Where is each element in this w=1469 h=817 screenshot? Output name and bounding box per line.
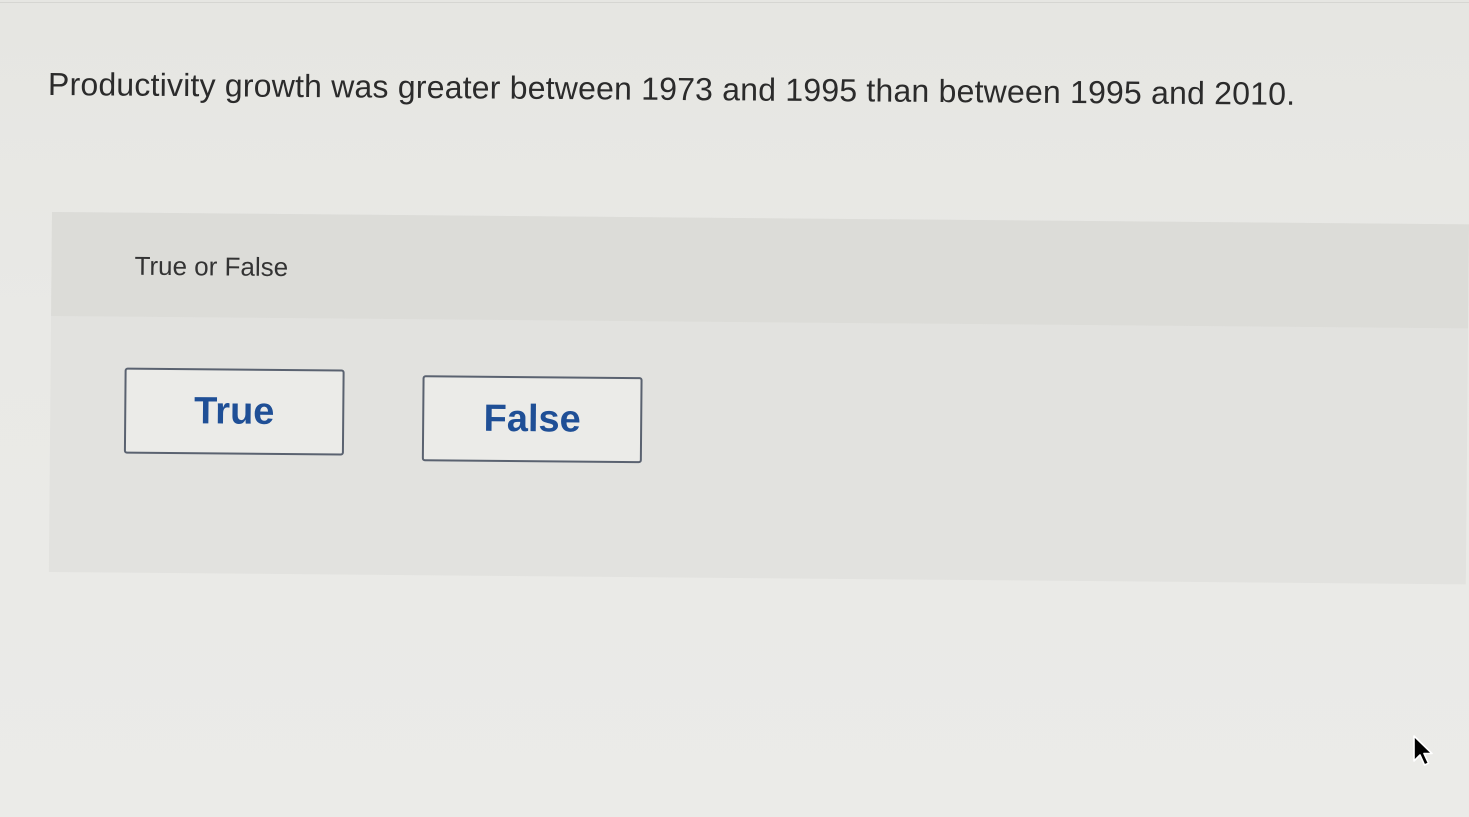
- mouse-pointer-icon: [1413, 735, 1433, 766]
- answer-panel: True or False True False: [48, 212, 1469, 585]
- true-button[interactable]: True: [123, 367, 345, 456]
- panel-header: True or False: [51, 212, 1469, 329]
- top-divider: [0, 2, 1469, 3]
- false-button[interactable]: False: [421, 375, 643, 464]
- question-text: Productivity growth was greater between …: [47, 66, 1296, 112]
- instruction-label: True or False: [134, 250, 289, 283]
